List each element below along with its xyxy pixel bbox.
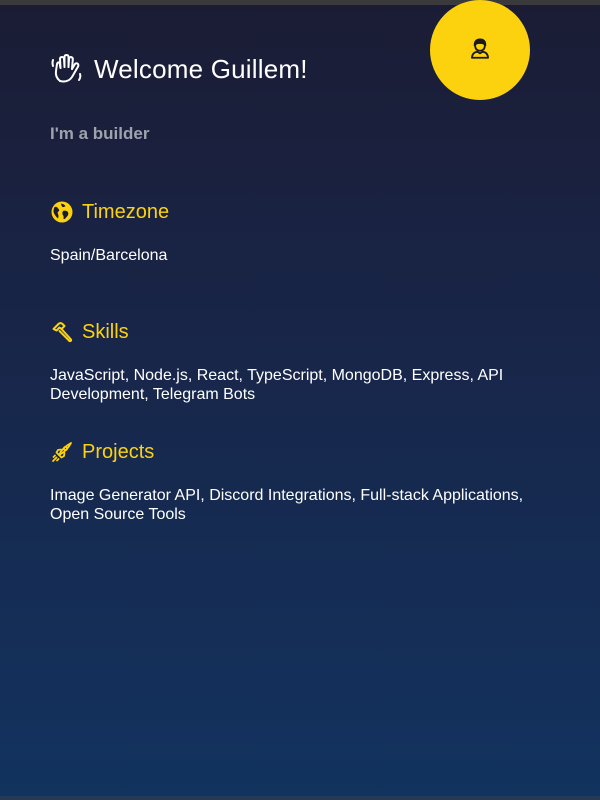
timezone-heading: Timezone: [50, 200, 169, 224]
skills-title: Skills: [82, 320, 129, 343]
waving-hand-icon: [50, 52, 84, 86]
skills-value: JavaScript, Node.js, React, TypeScript, …: [50, 367, 504, 403]
hammer-icon: [50, 320, 74, 344]
projects-heading: Projects: [50, 440, 154, 464]
subtitle: I'm a builder: [50, 124, 150, 143]
rocket-icon: [50, 440, 74, 464]
welcome-title: Welcome Guillem!: [94, 53, 308, 84]
globe-icon: [50, 200, 74, 224]
timezone-value: Spain/Barcelona: [50, 247, 168, 264]
skills-heading: Skills: [50, 320, 129, 344]
avatar[interactable]: [430, 0, 530, 100]
person-icon: [467, 35, 493, 66]
bottom-border: [0, 796, 600, 800]
welcome-header: Welcome Guillem!: [50, 52, 308, 86]
top-border: [0, 0, 600, 5]
projects-title: Projects: [82, 440, 155, 463]
projects-value: Image Generator API, Discord Integration…: [50, 487, 524, 523]
timezone-title: Timezone: [82, 200, 170, 223]
